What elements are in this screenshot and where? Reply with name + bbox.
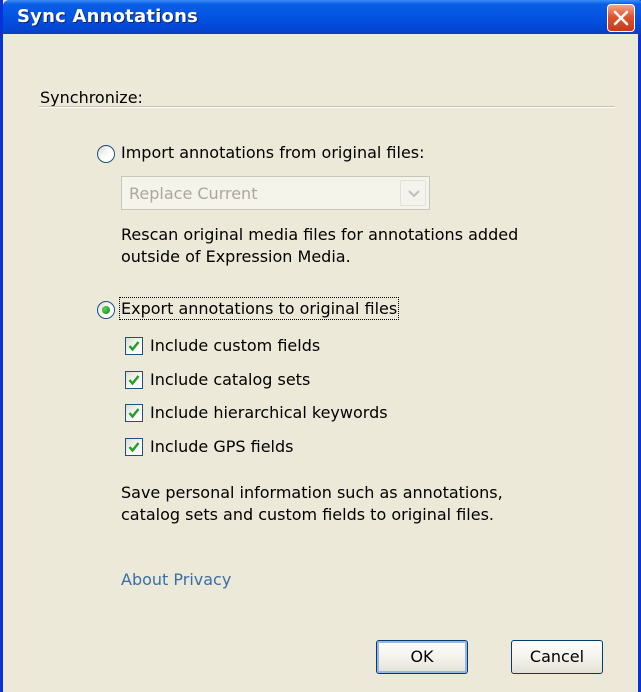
chevron-down-icon — [408, 190, 420, 198]
about-privacy-link[interactable]: About Privacy — [121, 570, 231, 589]
export-radio[interactable] — [97, 301, 115, 319]
checkmark-icon — [128, 375, 140, 386]
checkmark-icon — [128, 341, 140, 352]
title-bar[interactable]: Sync Annotations — [3, 0, 641, 34]
ok-button[interactable]: OK — [376, 640, 468, 674]
import-radio-label[interactable]: Import annotations from original files: — [121, 143, 425, 162]
cancel-button[interactable]: Cancel — [511, 640, 603, 674]
export-description-line-2: catalog sets and custom fields to origin… — [121, 505, 494, 524]
section-divider — [39, 106, 615, 108]
close-icon — [613, 10, 629, 26]
import-mode-select[interactable]: Replace Current — [121, 176, 430, 210]
hierarchical-keywords-checkbox[interactable] — [125, 404, 143, 422]
dropdown-arrow-button[interactable] — [400, 180, 426, 206]
import-description-line-1: Rescan original media files for annotati… — [121, 225, 519, 244]
custom-fields-checkbox[interactable] — [125, 337, 143, 355]
hierarchical-keywords-label[interactable]: Include hierarchical keywords — [150, 403, 388, 422]
close-button[interactable] — [607, 4, 635, 32]
radio-selected-dot — [102, 306, 110, 314]
checkmark-icon — [128, 442, 140, 453]
sync-annotations-dialog: Sync Annotations Synchronize: Import ann… — [0, 0, 641, 692]
checkmark-icon — [128, 408, 140, 419]
gps-fields-label[interactable]: Include GPS fields — [150, 437, 293, 456]
export-radio-label[interactable]: Export annotations to original files — [118, 297, 400, 320]
dialog-title: Sync Annotations — [17, 6, 198, 27]
import-mode-value: Replace Current — [129, 184, 258, 203]
catalog-sets-checkbox[interactable] — [125, 371, 143, 389]
import-description-line-2: outside of Expression Media. — [121, 247, 351, 266]
synchronize-label: Synchronize: — [40, 88, 143, 107]
catalog-sets-label[interactable]: Include catalog sets — [150, 370, 310, 389]
custom-fields-label[interactable]: Include custom fields — [150, 336, 320, 355]
gps-fields-checkbox[interactable] — [125, 438, 143, 456]
export-description-line-1: Save personal information such as annota… — [121, 483, 503, 502]
import-radio[interactable] — [97, 145, 115, 163]
